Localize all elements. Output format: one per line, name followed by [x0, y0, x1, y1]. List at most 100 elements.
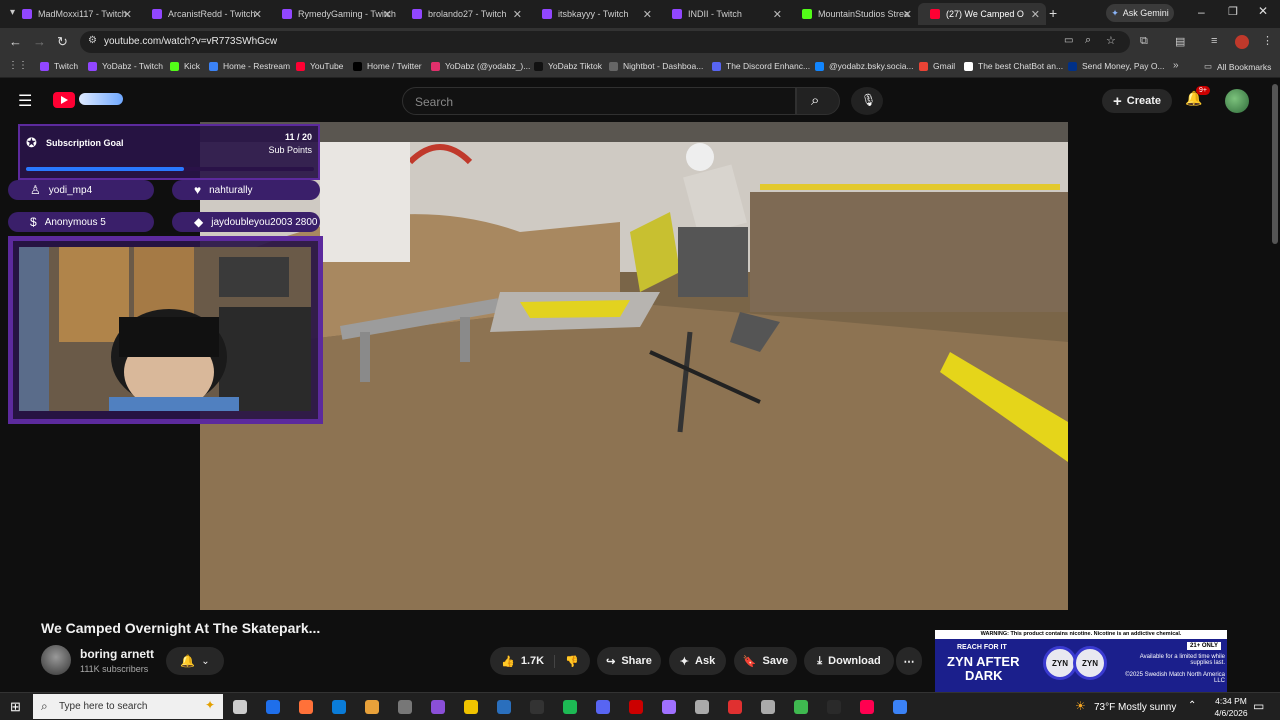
browser-tab[interactable]: brolando27 - Twitch ✕: [400, 3, 528, 25]
bookmark-item[interactable]: YoDabz (@yodabz_)...: [431, 61, 530, 71]
taskbar-app-icon[interactable]: [530, 700, 544, 714]
sidebar-icon[interactable]: ▤: [1175, 35, 1185, 48]
sponsored-ad[interactable]: WARNING: This product contains nicotine.…: [935, 630, 1227, 692]
subscribed-button[interactable]: 🔔 ⌄: [166, 647, 224, 675]
clock-date[interactable]: 4/6/2026: [1208, 708, 1254, 718]
new-tab-button[interactable]: +: [1049, 5, 1057, 21]
taskbar-app-icon[interactable]: [266, 700, 280, 714]
search-input[interactable]: Search: [402, 87, 796, 115]
tab-close-icon[interactable]: ✕: [123, 8, 132, 21]
search-button[interactable]: ⌕: [796, 87, 840, 115]
bookmark-item[interactable]: The Discord Enhanc...: [712, 61, 810, 71]
browser-tab[interactable]: (27) We Camped O ✕: [918, 3, 1046, 25]
taskbar-app-icon[interactable]: [695, 700, 709, 714]
taskbar-app-icon[interactable]: [761, 700, 775, 714]
profile-avatar[interactable]: [1235, 35, 1249, 49]
window-close-button[interactable]: ✕: [1258, 4, 1268, 18]
tab-close-icon[interactable]: ✕: [513, 8, 522, 21]
zoom-icon[interactable]: ⌕: [1085, 34, 1091, 47]
browser-tab[interactable]: itsbkayyy - Twitch ✕: [530, 3, 658, 25]
taskbar-app-icon[interactable]: [662, 700, 676, 714]
save-button[interactable]: 🔖 Save: [734, 647, 797, 675]
back-button[interactable]: ←: [9, 34, 22, 49]
dislike-button[interactable]: 👎: [555, 655, 579, 668]
bookmark-item[interactable]: Nightbot - Dashboa...: [609, 61, 703, 71]
bookmark-item[interactable]: Gmail: [919, 61, 955, 71]
start-button[interactable]: ⊞: [10, 699, 21, 715]
notification-center-icon[interactable]: ▭: [1253, 699, 1264, 713]
cast-icon[interactable]: ▭: [1064, 35, 1073, 46]
bookmark-item[interactable]: Twitch: [40, 61, 78, 71]
voice-search-button[interactable]: 🎙: [851, 87, 883, 115]
address-bar[interactable]: ⚙ youtube.com/watch?v=vR773SWhGcw ▭ ⌕ ☆: [80, 31, 1130, 53]
bookmark-item[interactable]: YouTube: [296, 61, 343, 71]
all-bookmarks-folder[interactable]: ▭ All Bookmarks: [1204, 61, 1271, 72]
bookmark-item[interactable]: YoDabz Tiktok: [534, 61, 602, 71]
taskbar-app-icon[interactable]: [629, 700, 643, 714]
taskbar-app-icon[interactable]: [464, 700, 478, 714]
bookmark-item[interactable]: Kick: [170, 61, 200, 71]
taskbar-app-icon[interactable]: [827, 700, 841, 714]
bookmarks-overflow-icon[interactable]: »: [1173, 60, 1179, 71]
tab-close-icon[interactable]: ✕: [1031, 8, 1040, 21]
forward-button[interactable]: →: [33, 34, 46, 49]
taskbar-app-icon[interactable]: [332, 700, 346, 714]
taskbar-app-icon[interactable]: [233, 700, 247, 714]
like-button[interactable]: 👍 1.7K: [501, 654, 556, 668]
bookmark-item[interactable]: The best ChatBot an...: [964, 61, 1063, 71]
taskbar-app-icon[interactable]: [893, 700, 907, 714]
browser-menu-icon[interactable]: ⋮: [1262, 34, 1273, 47]
extensions-icon[interactable]: ⧉: [1140, 35, 1148, 48]
ask-gemini-button[interactable]: ✦ Ask Gemini: [1106, 4, 1174, 22]
clock-time[interactable]: 4:34 PM: [1208, 696, 1254, 706]
taskbar-app-icon[interactable]: [596, 700, 610, 714]
ask-button[interactable]: ✦ Ask: [669, 647, 726, 675]
download-button[interactable]: ⤓ Download: [804, 647, 894, 675]
taskbar-app-icon[interactable]: [431, 700, 445, 714]
minimize-button[interactable]: –: [1198, 5, 1205, 19]
bookmark-item[interactable]: YoDabz - Twitch: [88, 61, 163, 71]
weather-icon[interactable]: ☀: [1075, 699, 1086, 713]
maximize-button[interactable]: ❐: [1228, 5, 1238, 18]
taskbar-app-icon[interactable]: [299, 700, 313, 714]
account-avatar[interactable]: [1225, 89, 1249, 113]
browser-tab[interactable]: MountainStudios Strea ✕: [790, 3, 918, 25]
bookmark-item[interactable]: Home / Twitter: [353, 61, 422, 71]
tray-chevron-icon[interactable]: ⌃: [1188, 700, 1196, 711]
share-button[interactable]: ↪ Share: [597, 647, 661, 675]
hamburger-menu-icon[interactable]: ☰: [18, 91, 32, 111]
youtube-logo[interactable]: [53, 92, 75, 108]
bookmark-star-icon[interactable]: ☆: [1106, 34, 1116, 47]
taskbar-app-icon[interactable]: [794, 700, 808, 714]
more-actions-button[interactable]: ⋯: [896, 647, 922, 675]
bookmark-item[interactable]: Home - Restream: [209, 61, 290, 71]
tab-close-icon[interactable]: ✕: [643, 8, 652, 21]
taskbar-app-icon[interactable]: [563, 700, 577, 714]
create-button[interactable]: + Create: [1102, 89, 1172, 113]
reload-button[interactable]: ↻: [57, 34, 68, 50]
downloads-icon[interactable]: ≡: [1211, 35, 1217, 47]
taskbar-app-icon[interactable]: [365, 700, 379, 714]
taskbar-search-box[interactable]: ⌕ Type here to search ✦: [33, 694, 223, 719]
channel-avatar[interactable]: [41, 645, 71, 675]
tab-close-icon[interactable]: ✕: [253, 8, 262, 21]
bookmark-item[interactable]: Send Money, Pay O...: [1068, 61, 1165, 71]
browser-tab[interactable]: ArcanistRedd - Twitch ✕: [140, 3, 268, 25]
tab-close-icon[interactable]: ✕: [383, 8, 392, 21]
browser-tab[interactable]: MadMoxxi117 - Twitch ✕: [10, 3, 138, 25]
taskbar-app-icon[interactable]: [497, 700, 511, 714]
taskbar-app-icon[interactable]: [398, 700, 412, 714]
weather-text[interactable]: 73°F Mostly sunny: [1094, 702, 1176, 713]
apps-icon[interactable]: ⋮⋮: [8, 60, 28, 71]
bookmark-item[interactable]: @yodabz.bsky.socia...: [815, 61, 914, 71]
browser-tab[interactable]: RymedyGaming - Twitch ✕: [270, 3, 398, 25]
tab-close-icon[interactable]: ✕: [773, 8, 782, 21]
page-scrollbar[interactable]: [1272, 84, 1278, 244]
channel-name[interactable]: boring arnett: [80, 647, 154, 661]
notifications-button[interactable]: 🔔 9+: [1185, 86, 1210, 110]
video-player[interactable]: [200, 122, 1068, 610]
browser-tab[interactable]: INDII - Twitch ✕: [660, 3, 788, 25]
taskbar-app-icon[interactable]: [728, 700, 742, 714]
site-info-icon[interactable]: ⚙: [88, 35, 97, 46]
tab-close-icon[interactable]: ✕: [903, 8, 912, 21]
